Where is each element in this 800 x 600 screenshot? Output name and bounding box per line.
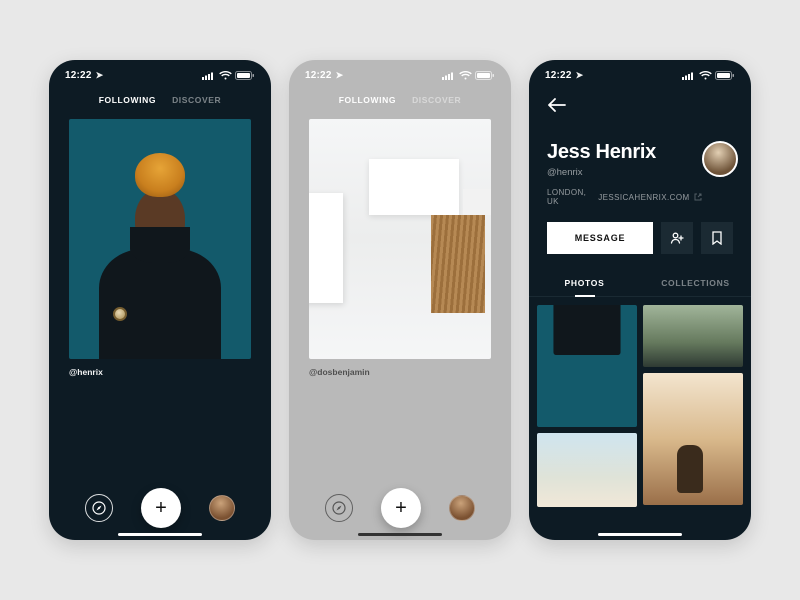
photo-author-handle[interactable]: @dosbenjamin xyxy=(309,367,511,377)
status-bar: 12:22 ➤ xyxy=(49,60,271,85)
compass-icon xyxy=(92,501,106,515)
status-indicators xyxy=(202,71,255,80)
status-bar: 12:22 ➤ xyxy=(529,60,751,85)
plus-icon: + xyxy=(155,497,167,520)
arrow-left-icon xyxy=(548,98,566,112)
bottom-nav: + xyxy=(289,488,511,528)
cellular-icon xyxy=(202,71,216,80)
profile-handle: @henrix xyxy=(547,167,702,178)
location-icon: ➤ xyxy=(336,70,344,81)
bookmark-button[interactable] xyxy=(701,222,733,254)
add-user-button[interactable] xyxy=(661,222,693,254)
bookmark-icon xyxy=(711,231,723,245)
screen-feed-dark: 12:22 ➤ FOLLOWING DISCOVER @henrix + xyxy=(49,60,271,540)
battery-icon xyxy=(715,71,735,80)
location-icon: ➤ xyxy=(96,70,104,81)
explore-button[interactable] xyxy=(325,494,353,522)
profile-actions: MESSAGE xyxy=(529,218,751,268)
profile-header: Jess Henrix @henrix LONDON, UK JESSICAHE… xyxy=(529,119,751,218)
create-button[interactable]: + xyxy=(381,488,421,528)
message-button[interactable]: MESSAGE xyxy=(547,222,653,254)
status-indicators xyxy=(682,71,735,80)
tab-discover[interactable]: DISCOVER xyxy=(412,95,461,105)
feed-tabs: FOLLOWING DISCOVER xyxy=(289,85,511,113)
avatar[interactable] xyxy=(702,141,738,177)
feed-photo[interactable] xyxy=(309,119,491,359)
explore-button[interactable] xyxy=(85,494,113,522)
wifi-icon xyxy=(219,71,232,80)
gallery-thumb[interactable] xyxy=(643,305,743,367)
tab-following[interactable]: FOLLOWING xyxy=(99,95,156,105)
status-bar: 12:22 ➤ xyxy=(289,60,511,85)
tab-following[interactable]: FOLLOWING xyxy=(339,95,396,105)
wifi-icon xyxy=(699,71,712,80)
back-button[interactable] xyxy=(543,91,571,119)
gallery-thumb[interactable] xyxy=(643,373,743,505)
battery-icon xyxy=(235,71,255,80)
plus-icon: + xyxy=(395,497,407,520)
tab-discover[interactable]: DISCOVER xyxy=(172,95,221,105)
cellular-icon xyxy=(682,71,696,80)
profile-name: Jess Henrix xyxy=(547,141,702,164)
external-link-icon xyxy=(694,193,702,201)
status-time: 12:22 xyxy=(65,70,92,81)
profile-avatar-button[interactable] xyxy=(449,495,475,521)
home-indicator[interactable] xyxy=(598,533,682,537)
screen-feed-light: 12:22 ➤ FOLLOWING DISCOVER @dosbenjamin … xyxy=(289,60,511,540)
photo-portrait xyxy=(95,149,225,359)
profile-website-link[interactable]: JESSICAHENRIX.COM xyxy=(598,193,689,202)
gallery-thumb[interactable] xyxy=(537,433,637,507)
tab-collections[interactable]: COLLECTIONS xyxy=(640,268,751,296)
location-icon: ➤ xyxy=(576,70,584,81)
profile-avatar-button[interactable] xyxy=(209,495,235,521)
photo-gallery xyxy=(529,297,751,507)
bottom-nav: + xyxy=(49,488,271,528)
feed-photo[interactable] xyxy=(69,119,251,359)
wifi-icon xyxy=(459,71,472,80)
gallery-thumb[interactable] xyxy=(537,305,637,427)
cellular-icon xyxy=(442,71,456,80)
status-time: 12:22 xyxy=(545,70,572,81)
home-indicator[interactable] xyxy=(358,533,442,537)
profile-tabs: PHOTOS COLLECTIONS xyxy=(529,268,751,297)
status-indicators xyxy=(442,71,495,80)
screen-profile: 12:22 ➤ Jess Henrix @henrix LONDON, UK J… xyxy=(529,60,751,540)
feed-tabs: FOLLOWING DISCOVER xyxy=(49,85,271,113)
home-indicator[interactable] xyxy=(118,533,202,537)
battery-icon xyxy=(475,71,495,80)
profile-location: LONDON, UK xyxy=(547,188,586,206)
compass-icon xyxy=(332,501,346,515)
create-button[interactable]: + xyxy=(141,488,181,528)
status-time: 12:22 xyxy=(305,70,332,81)
tab-photos[interactable]: PHOTOS xyxy=(529,268,640,296)
photo-author-handle[interactable]: @henrix xyxy=(69,367,271,377)
user-plus-icon xyxy=(670,231,684,245)
